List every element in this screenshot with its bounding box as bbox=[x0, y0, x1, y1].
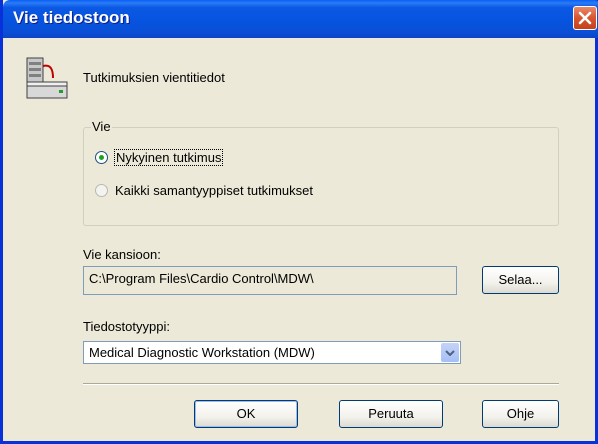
radio-button-checked[interactable] bbox=[95, 151, 108, 164]
export-group-legend: Vie bbox=[91, 119, 112, 134]
folder-path-value: C:\Program Files\Cardio Control\MDW\ bbox=[89, 271, 314, 286]
browse-button[interactable]: Selaa... bbox=[482, 266, 559, 294]
ok-button[interactable]: OK bbox=[194, 400, 298, 428]
server-icon bbox=[26, 57, 68, 99]
header-text: Tutkimuksien vientitiedot bbox=[83, 70, 225, 85]
folder-label: Vie kansioon: bbox=[83, 247, 161, 262]
close-button[interactable] bbox=[573, 6, 597, 30]
browse-button-label: Selaa... bbox=[498, 272, 543, 287]
filetype-label: Tiedostotyyppi: bbox=[83, 319, 170, 334]
filetype-select[interactable]: Medical Diagnostic Workstation (MDW) bbox=[83, 341, 461, 364]
radio-current-study[interactable]: Nykyinen tutkimus bbox=[95, 149, 224, 166]
title-bar[interactable]: Vie tiedostoon bbox=[3, 0, 598, 38]
cancel-button-label: Peruuta bbox=[368, 406, 414, 421]
separator-line bbox=[83, 383, 559, 385]
radio-button-unchecked[interactable] bbox=[95, 184, 108, 197]
window-title: Vie tiedostoon bbox=[13, 8, 130, 27]
radio-label-all-studies: Kaikki samantyyppiset tutkimukset bbox=[115, 183, 313, 198]
radio-all-studies[interactable]: Kaikki samantyyppiset tutkimukset bbox=[95, 183, 313, 198]
filetype-selected-value: Medical Diagnostic Workstation (MDW) bbox=[89, 345, 315, 360]
folder-path-field[interactable]: C:\Program Files\Cardio Control\MDW\ bbox=[83, 266, 457, 295]
help-button[interactable]: Ohje bbox=[482, 400, 559, 428]
export-group-box bbox=[83, 127, 559, 226]
chevron-down-icon bbox=[445, 350, 455, 356]
cancel-button[interactable]: Peruuta bbox=[339, 400, 443, 428]
ok-button-label: OK bbox=[236, 406, 256, 421]
export-dialog: Vie tiedostoon Tutkimuksien vientitiedot… bbox=[0, 0, 598, 444]
close-icon bbox=[578, 11, 592, 25]
dropdown-arrow-button[interactable] bbox=[441, 343, 459, 362]
radio-label-current-study: Nykyinen tutkimus bbox=[113, 149, 224, 166]
help-button-label: Ohje bbox=[506, 406, 535, 421]
